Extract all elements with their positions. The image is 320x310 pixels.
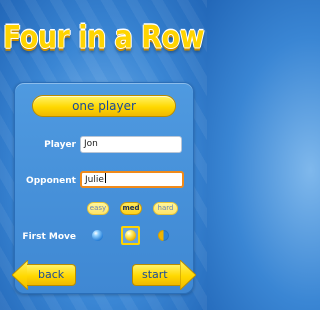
opponent-label: Opponent bbox=[26, 176, 76, 186]
back-label: back bbox=[38, 268, 65, 281]
text-cursor bbox=[104, 173, 106, 183]
start-label: start bbox=[142, 268, 168, 281]
mode-button[interactable]: one player bbox=[32, 95, 176, 117]
app-title: Four in a Row bbox=[2, 19, 205, 56]
start-arrow-icon bbox=[180, 260, 196, 290]
back-button[interactable]: back bbox=[12, 260, 76, 290]
opponent-name-value: Julie bbox=[85, 175, 104, 185]
player-name-field[interactable]: Jon bbox=[80, 136, 182, 153]
random-ball-icon[interactable] bbox=[158, 230, 169, 241]
difficulty-easy-button[interactable]: easy bbox=[87, 202, 109, 215]
first-move-label: First Move bbox=[22, 232, 76, 242]
back-arrow-icon bbox=[12, 260, 28, 290]
start-button[interactable]: start bbox=[132, 260, 196, 290]
player-label: Player bbox=[44, 140, 76, 150]
opponent-name-field[interactable]: Julie bbox=[80, 171, 184, 188]
player-name-value: Jon bbox=[84, 139, 98, 149]
difficulty-hard-button[interactable]: hard bbox=[153, 202, 178, 215]
difficulty-med-button[interactable]: med bbox=[120, 202, 142, 215]
blue-ball-icon[interactable] bbox=[92, 230, 103, 241]
yellow-ball-icon[interactable] bbox=[125, 230, 136, 241]
